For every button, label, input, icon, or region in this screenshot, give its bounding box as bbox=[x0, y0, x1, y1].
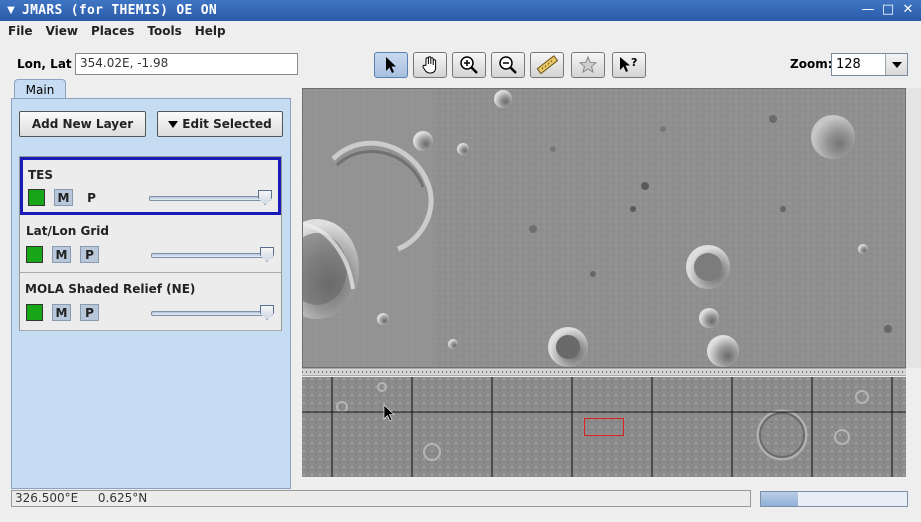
layer-item-mola-shaded-relief[interactable]: MOLA Shaded Relief (NE) M P bbox=[20, 273, 281, 331]
opacity-slider[interactable] bbox=[151, 253, 273, 258]
close-icon[interactable]: ✕ bbox=[899, 2, 917, 18]
status-longitude: 326.500°E bbox=[15, 491, 79, 505]
layer-color-swatch[interactable] bbox=[26, 246, 43, 263]
layer-panner-toggle[interactable]: P bbox=[80, 246, 99, 263]
title-bar: ▼ JMARS (for THEMIS) OE ON — □ ✕ bbox=[0, 0, 921, 21]
layer-color-swatch[interactable] bbox=[26, 304, 43, 321]
zoom-in-icon bbox=[460, 56, 478, 74]
layer-color-swatch[interactable] bbox=[28, 189, 45, 206]
lonlat-label: Lon, Lat bbox=[17, 57, 72, 71]
minimize-icon[interactable]: — bbox=[859, 2, 877, 18]
shaded-relief-image bbox=[303, 89, 905, 367]
opacity-slider-thumb[interactable] bbox=[258, 190, 272, 205]
menu-tools[interactable]: Tools bbox=[147, 24, 181, 38]
layer-panner-toggle[interactable]: P bbox=[80, 304, 99, 321]
status-latitude: 0.625°N bbox=[97, 491, 148, 505]
ruler-icon bbox=[536, 55, 558, 75]
layer-main-toggle[interactable]: M bbox=[52, 304, 71, 321]
add-new-layer-button[interactable]: Add New Layer bbox=[19, 111, 146, 137]
opacity-slider-thumb[interactable] bbox=[260, 305, 274, 320]
zoom-out-button[interactable] bbox=[491, 52, 525, 78]
menu-file[interactable]: File bbox=[8, 24, 33, 38]
triangle-down-icon bbox=[168, 120, 179, 128]
zoom-label: Zoom: bbox=[790, 57, 833, 71]
menu-bar: File View Places Tools Help bbox=[0, 21, 921, 41]
lonlat-input[interactable]: 354.02E, -1.98 bbox=[75, 53, 298, 75]
status-bar: 326.500°E 0.625°N bbox=[11, 490, 751, 507]
zoom-value: 128 bbox=[836, 57, 861, 72]
progress-bar bbox=[760, 491, 908, 507]
maximize-icon[interactable]: □ bbox=[879, 2, 897, 18]
zoom-select[interactable]: 128 bbox=[831, 53, 908, 76]
opacity-slider-thumb[interactable] bbox=[260, 247, 274, 262]
menu-places[interactable]: Places bbox=[91, 24, 134, 38]
map-right-margin bbox=[906, 88, 921, 368]
edit-selected-label: Edit Selected bbox=[182, 117, 272, 131]
svg-text:?: ? bbox=[631, 56, 637, 69]
panner-split-divider[interactable] bbox=[302, 368, 906, 376]
measure-button[interactable] bbox=[530, 52, 564, 78]
edit-selected-button[interactable]: Edit Selected bbox=[157, 111, 283, 137]
zoom-in-button[interactable] bbox=[452, 52, 486, 78]
window-menu-icon[interactable]: ▼ bbox=[0, 5, 22, 16]
progress-fill bbox=[761, 492, 798, 506]
layer-panner-toggle[interactable]: P bbox=[82, 189, 101, 206]
pointer-tool-button[interactable] bbox=[374, 52, 408, 78]
favorite-button[interactable] bbox=[571, 52, 605, 78]
window-title: JMARS (for THEMIS) OE ON bbox=[22, 3, 218, 18]
layer-name: MOLA Shaded Relief (NE) bbox=[25, 282, 196, 296]
opacity-slider[interactable] bbox=[149, 196, 271, 201]
menu-help[interactable]: Help bbox=[195, 24, 226, 38]
star-icon bbox=[578, 55, 598, 74]
pan-hand-icon bbox=[422, 56, 437, 74]
main-map-view[interactable] bbox=[302, 88, 906, 368]
whats-this-button[interactable]: ? bbox=[612, 52, 646, 78]
add-new-layer-label: Add New Layer bbox=[31, 117, 134, 131]
pointer-icon bbox=[386, 57, 396, 73]
opacity-slider[interactable] bbox=[151, 311, 273, 316]
panner-map-view[interactable] bbox=[302, 377, 906, 477]
layer-main-toggle[interactable]: M bbox=[52, 246, 71, 263]
chevron-down-icon[interactable] bbox=[885, 54, 907, 75]
layer-main-toggle[interactable]: M bbox=[54, 189, 73, 206]
pan-tool-button[interactable] bbox=[413, 52, 447, 78]
tab-main[interactable]: Main bbox=[14, 79, 66, 99]
layer-item-tes[interactable]: TES M P bbox=[20, 157, 281, 215]
whats-this-icon: ? bbox=[620, 56, 637, 72]
current-view-rectangle[interactable] bbox=[584, 418, 624, 436]
layer-name: TES bbox=[28, 168, 54, 182]
layer-item-latlon-grid[interactable]: Lat/Lon Grid M P bbox=[20, 215, 281, 273]
menu-view[interactable]: View bbox=[46, 24, 78, 38]
zoom-out-icon bbox=[499, 56, 517, 74]
layer-name: Lat/Lon Grid bbox=[26, 224, 109, 238]
